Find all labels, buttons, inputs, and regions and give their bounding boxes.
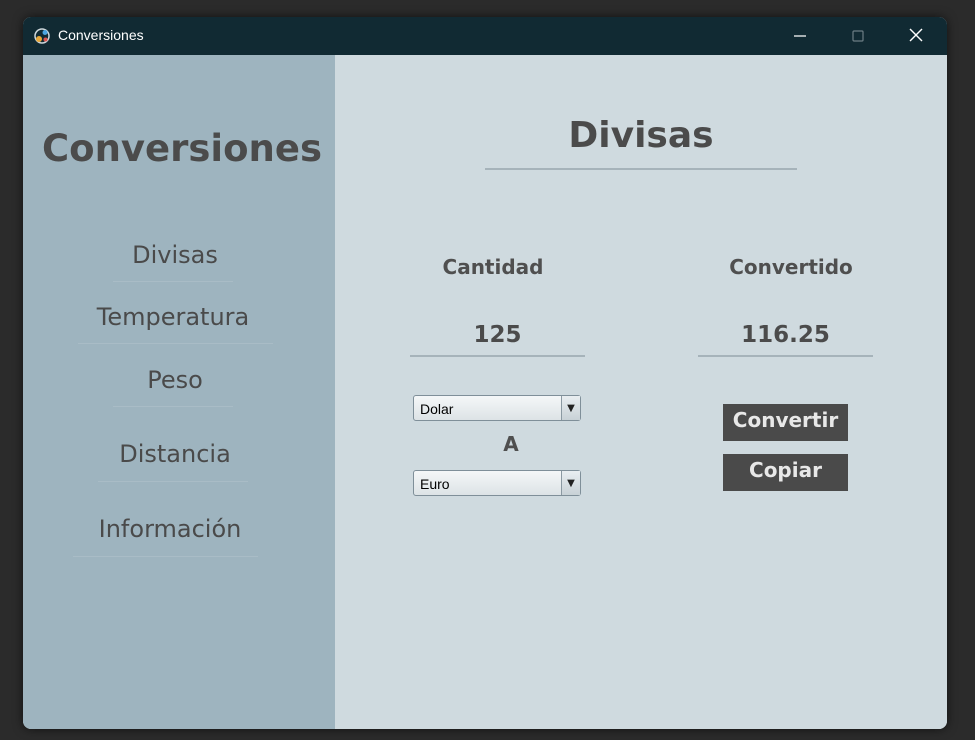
converted-label: Convertido — [729, 255, 853, 279]
sidebar-item-temperatura[interactable]: Temperatura — [63, 303, 283, 331]
converted-output[interactable] — [698, 315, 873, 357]
close-button[interactable] — [887, 17, 945, 55]
dropdown-arrow-icon: ▼ — [561, 471, 580, 495]
page-title: Divisas — [568, 115, 714, 156]
nav-divider — [98, 481, 248, 482]
from-currency-select[interactable]: Dolar ▼ — [413, 395, 581, 421]
close-icon — [909, 27, 923, 46]
main-panel: Divisas Cantidad Convertido Dolar ▼ A Eu… — [335, 55, 947, 729]
to-label: A — [503, 432, 519, 456]
sidebar-title: Conversiones — [42, 127, 322, 170]
sidebar-item-divisas[interactable]: Divisas — [85, 241, 265, 269]
sidebar: Conversiones Divisas Temperatura Peso Di… — [23, 55, 335, 729]
maximize-button[interactable] — [829, 17, 887, 55]
app-window: Conversiones Conversiones Divisas Temper… — [23, 17, 947, 729]
conversions-app-icon — [33, 27, 51, 45]
window-title: Conversiones — [58, 27, 144, 43]
sidebar-item-peso[interactable]: Peso — [85, 366, 265, 394]
sidebar-item-informacion[interactable]: Información — [60, 515, 280, 543]
amount-input[interactable] — [410, 315, 585, 357]
title-bar[interactable]: Conversiones — [23, 17, 947, 55]
copy-button[interactable]: Copiar — [723, 454, 848, 491]
convert-button[interactable]: Convertir — [723, 404, 848, 441]
nav-divider — [113, 406, 233, 407]
sidebar-item-distancia[interactable]: Distancia — [75, 440, 275, 468]
nav-divider — [113, 281, 233, 282]
title-divider — [485, 168, 797, 170]
from-currency-value: Dolar — [420, 401, 454, 417]
nav-divider — [78, 343, 273, 344]
to-currency-select[interactable]: Euro ▼ — [413, 470, 581, 496]
dropdown-arrow-icon: ▼ — [561, 396, 580, 420]
minimize-icon — [794, 27, 806, 46]
minimize-button[interactable] — [771, 17, 829, 55]
amount-label: Cantidad — [442, 255, 544, 279]
nav-divider — [73, 556, 258, 557]
to-currency-value: Euro — [420, 476, 450, 492]
maximize-icon — [852, 27, 864, 46]
